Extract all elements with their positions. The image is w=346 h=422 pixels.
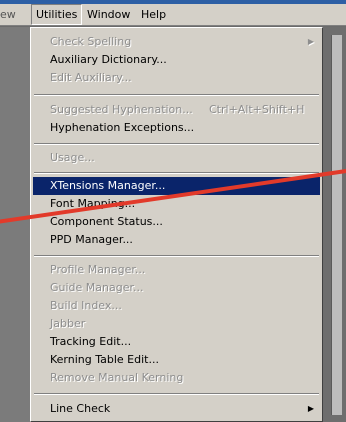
menu-window[interactable]: Window [87, 4, 130, 25]
menu-item-auxiliary-dictionary[interactable]: Auxiliary Dictionary... [33, 51, 320, 69]
document-area [0, 27, 32, 422]
menu-item-label: Line Check [50, 402, 111, 415]
menu-item-component-status[interactable]: Component Status... [33, 213, 320, 231]
menu-bar: ew Utilities Window Help [0, 4, 346, 26]
submenu-arrow-icon: ▶ [307, 37, 314, 46]
menu-item-jabber[interactable]: Jabber [33, 315, 320, 333]
menu-item-suggested-hyphenation[interactable]: Suggested Hyphenation... Ctrl+Alt+Shift+… [33, 101, 320, 119]
menu-item-build-index[interactable]: Build Index... [33, 297, 320, 315]
utilities-dropdown-menu: Check Spelling ▶ Auxiliary Dictionary...… [30, 27, 323, 422]
menu-view-partial[interactable]: ew [0, 4, 16, 25]
menu-separator [34, 94, 319, 96]
menu-item-ppd-manager[interactable]: PPD Manager... [33, 231, 320, 249]
menu-item-hyphenation-exceptions[interactable]: Hyphenation Exceptions... [33, 119, 320, 137]
menu-help[interactable]: Help [141, 4, 166, 25]
menu-item-tracking-edit[interactable]: Tracking Edit... [33, 333, 320, 351]
menu-item-line-check[interactable]: Line Check ▶ [33, 400, 320, 418]
scrollbar-track[interactable] [331, 35, 342, 415]
menu-utilities[interactable]: Utilities [31, 4, 83, 25]
menu-separator [34, 172, 319, 174]
menu-item-check-spelling[interactable]: Check Spelling ▶ [33, 33, 320, 51]
menu-separator [34, 255, 319, 257]
menu-separator [34, 143, 319, 145]
menu-item-profile-manager[interactable]: Profile Manager... [33, 261, 320, 279]
right-panel [323, 27, 346, 422]
menu-item-label: Suggested Hyphenation... [50, 103, 193, 116]
menu-item-remove-manual-kerning[interactable]: Remove Manual Kerning [33, 369, 320, 387]
submenu-arrow-icon: ▶ [307, 404, 314, 413]
menu-separator [34, 393, 319, 395]
menu-item-edit-auxiliary[interactable]: Edit Auxiliary... [33, 69, 320, 87]
menu-item-guide-manager[interactable]: Guide Manager... [33, 279, 320, 297]
menu-item-usage[interactable]: Usage... [33, 149, 320, 167]
menu-item-label: Check Spelling [50, 35, 132, 48]
shortcut-label: Ctrl+Alt+Shift+H [209, 103, 305, 116]
menu-item-kerning-table-edit[interactable]: Kerning Table Edit... [33, 351, 320, 369]
